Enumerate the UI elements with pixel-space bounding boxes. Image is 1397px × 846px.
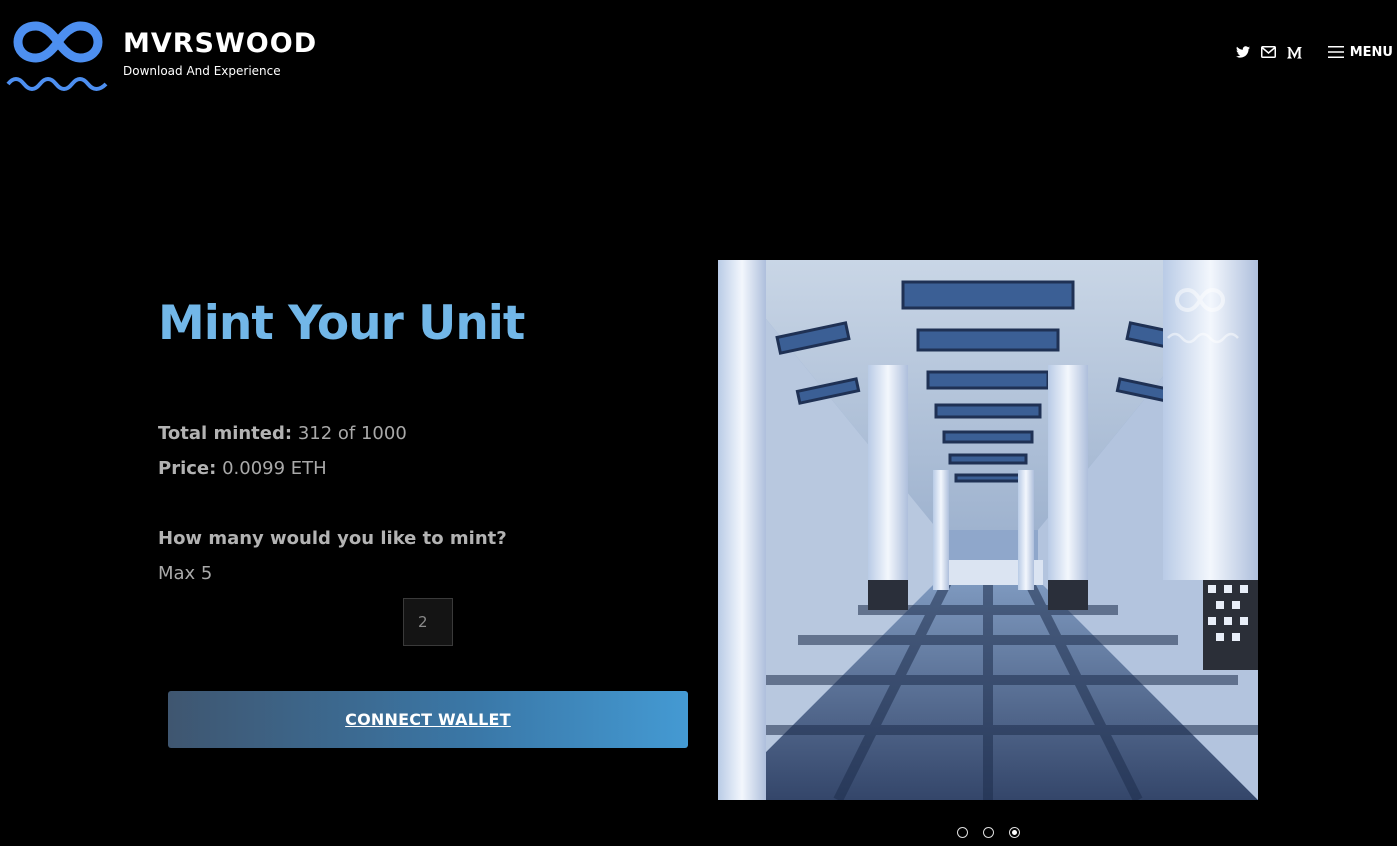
carousel-dot-1[interactable] — [957, 827, 968, 838]
carousel-dot-2[interactable] — [983, 827, 994, 838]
quantity-input[interactable] — [403, 598, 453, 646]
carousel-dots — [957, 827, 1035, 838]
site-header: MVRSWOOD Download And Experience MENU — [0, 0, 1397, 100]
page-title: Mint Your Unit — [158, 296, 525, 351]
total-minted-label: Total minted: — [158, 423, 293, 444]
mall-interior-image — [718, 260, 1258, 800]
menu-label: MENU — [1349, 44, 1393, 60]
header-nav: MENU — [1234, 43, 1393, 61]
brand-subtitle: Download And Experience — [123, 64, 281, 78]
twitter-icon[interactable] — [1234, 43, 1252, 61]
connect-wallet-label: CONNECT WALLET — [345, 710, 511, 729]
mint-quantity-question: How many would you like to mint? — [158, 528, 507, 549]
total-minted: Total minted: 312 of 1000 — [158, 423, 407, 444]
infinity-waves-logo[interactable] — [6, 12, 110, 92]
brand: MVRSWOOD Download And Experience — [123, 28, 317, 78]
total-minted-value: 312 of 1000 — [297, 423, 407, 444]
max-quantity-text: Max 5 — [158, 563, 213, 584]
price-value: 0.0099 ETH — [222, 458, 327, 479]
medium-icon[interactable] — [1286, 43, 1304, 61]
price: Price: 0.0099 ETH — [158, 458, 327, 479]
hamburger-icon — [1327, 46, 1344, 58]
brand-title[interactable]: MVRSWOOD — [123, 28, 317, 60]
connect-wallet-button[interactable]: CONNECT WALLET — [168, 691, 688, 748]
mail-icon[interactable] — [1260, 43, 1278, 61]
menu-button[interactable]: MENU — [1327, 44, 1393, 60]
price-label: Price: — [158, 458, 217, 479]
carousel-dot-3[interactable] — [1009, 827, 1020, 838]
